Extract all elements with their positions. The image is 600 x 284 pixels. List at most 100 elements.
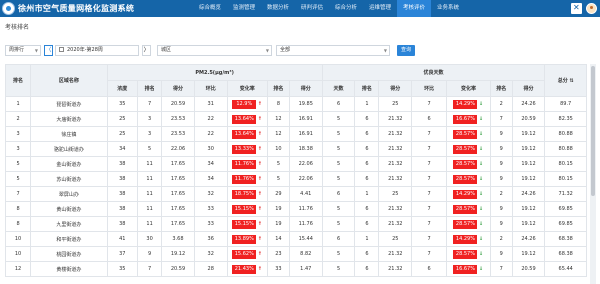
table-cell-conc-score: 22.06 bbox=[161, 141, 195, 157]
table-cell-conc: 41 bbox=[106, 231, 139, 247]
table-cell-days-rate-rank: 9 bbox=[489, 246, 513, 262]
table-cell-days: 5 bbox=[321, 261, 356, 277]
col-header-total[interactable]: 总分 ⇅ bbox=[544, 64, 587, 97]
table-cell-days-rate-score: 19.12 bbox=[511, 141, 546, 157]
table-cell-days-rate-score: 19.12 bbox=[511, 246, 546, 262]
table-cell-rate-rank: 12 bbox=[267, 111, 290, 127]
table-cell-days-mom: 6 bbox=[411, 261, 448, 277]
ranking-table-body: 1 琵琶街道办 35 7 20.59 31 12.9% ↑ 8 19.85 6 1 25 7 14.29% ↓… bbox=[5, 96, 587, 277]
table-row[interactable]: 10 和平街道办 41 30 3.68 36 13.89% ↑ 14 15.44 6 1 25 7 14.2… bbox=[5, 231, 587, 247]
table-cell-days-rate: 28.57% ↓ bbox=[446, 216, 491, 232]
ranking-table: 排名 区域名称 PM2.5(μg/m³) 优良天数 总分 ⇅ 浓度 排名 得分 … bbox=[5, 64, 587, 277]
period-select-value: 周排行 bbox=[9, 47, 25, 53]
nav-item-monitoring[interactable]: 监测管理 bbox=[227, 0, 261, 17]
scope-select-value: 全部 bbox=[280, 47, 291, 53]
table-cell-total: 68.38 bbox=[544, 231, 587, 247]
table-cell-rate-rank: 5 bbox=[267, 171, 290, 187]
filter-toolbar: 周排行 ▼ 〈 2020年-第28周 〉 城区 ▼ 全部 ▼ 查询 bbox=[0, 45, 600, 57]
table-row[interactable]: 1 琵琶街道办 35 7 20.59 31 12.9% ↑ 8 19.85 6 1 25 7 14.29% ↓… bbox=[5, 96, 587, 112]
table-cell-days-rank: 6 bbox=[354, 171, 380, 187]
arrow-up-icon: ↑ bbox=[257, 265, 262, 272]
next-week-button[interactable]: 〉 bbox=[142, 45, 151, 56]
table-row[interactable]: 10 桃园街道办 37 9 19.12 32 15.62% ↑ 23 8.82 5 6 21.32 7 28… bbox=[5, 246, 587, 262]
table-cell-rate-rank: 10 bbox=[267, 141, 290, 157]
change-rate-badge: 18.75% bbox=[232, 189, 257, 199]
arrow-up-icon: ↑ bbox=[257, 100, 262, 107]
nav-item-data-analysis[interactable]: 数据分析 bbox=[261, 0, 295, 17]
table-cell-region: 琵琶街道办 bbox=[30, 96, 108, 112]
table-cell-rate-score: 4.41 bbox=[288, 186, 323, 202]
change-rate-badge: 28.57% bbox=[453, 129, 478, 139]
date-picker[interactable]: 2020年-第28周 bbox=[55, 45, 139, 56]
close-icon[interactable] bbox=[571, 3, 582, 14]
table-cell-days-mom: 7 bbox=[411, 141, 448, 157]
nav-item-comprehensive[interactable]: 综合分析 bbox=[329, 0, 363, 17]
table-cell-total: 65.44 bbox=[544, 261, 587, 277]
table-cell-rank: 10 bbox=[5, 231, 32, 247]
table-row[interactable]: 3 徐庄镇 25 3 23.53 22 13.64% ↑ 12 16.91 5 6 21.32 7 28.5… bbox=[5, 126, 587, 142]
table-scrollbar[interactable] bbox=[590, 64, 596, 284]
table-row[interactable]: 2 大庙街道办 25 3 23.53 22 13.64% ↑ 12 16.91 5 6 21.32 6 16… bbox=[5, 111, 587, 127]
table-cell-rate: 15.15% ↑ bbox=[226, 201, 269, 217]
area-select-value: 城区 bbox=[161, 47, 172, 53]
table-cell-days-rate: 14.29% ↓ bbox=[446, 231, 491, 247]
scope-select[interactable]: 全部 ▼ bbox=[276, 45, 390, 56]
nav-item-evaluation[interactable]: 考核评价 bbox=[397, 0, 431, 17]
change-rate-badge: 15.62% bbox=[232, 249, 257, 259]
table-cell-days-rank: 6 bbox=[354, 201, 380, 217]
table-cell-days-score: 21.32 bbox=[378, 201, 413, 217]
table-cell-rank: 2 bbox=[5, 111, 32, 127]
user-avatar-icon[interactable] bbox=[586, 3, 597, 14]
table-cell-days-rate-score: 24.26 bbox=[511, 231, 546, 247]
ranking-table-container: 排名 区域名称 PM2.5(μg/m³) 优良天数 总分 ⇅ 浓度 排名 得分 … bbox=[5, 64, 587, 284]
col-header-days-change-rate: 变化率 bbox=[446, 80, 491, 97]
search-button[interactable]: 查询 bbox=[397, 45, 415, 56]
area-select[interactable]: 城区 ▼ bbox=[157, 45, 272, 56]
table-cell-days-rate-score: 19.12 bbox=[511, 156, 546, 172]
table-cell-days: 5 bbox=[321, 216, 356, 232]
nav-item-operations[interactable]: 运维管理 bbox=[363, 0, 397, 17]
col-header-days-rank: 排名 bbox=[354, 80, 380, 97]
table-cell-days: 5 bbox=[321, 171, 356, 187]
table-row[interactable]: 3 骆驼山街道办 34 5 22.06 30 13.33% ↑ 10 18.38 5 6 21.32 7 2… bbox=[5, 141, 587, 157]
date-picker-value: 2020年-第28周 bbox=[67, 47, 103, 53]
arrow-down-icon: ↓ bbox=[478, 235, 484, 242]
table-cell-days-rate: 28.57% ↓ bbox=[446, 246, 491, 262]
table-cell-days-mom: 7 bbox=[411, 201, 448, 217]
table-cell-days-rate-rank: 2 bbox=[489, 96, 513, 112]
table-cell-conc-rank: 7 bbox=[137, 96, 163, 112]
table-row[interactable]: 8 九里街道办 38 11 17.65 33 15.15% ↑ 19 11.76 5 6 21.32 7 2… bbox=[5, 216, 587, 232]
table-cell-rank: 8 bbox=[5, 201, 32, 217]
nav-item-overview[interactable]: 综合概览 bbox=[193, 0, 227, 17]
change-rate-badge: 28.57% bbox=[453, 159, 478, 169]
table-cell-rate: 13.64% ↑ bbox=[226, 111, 269, 127]
prev-week-button[interactable]: 〈 bbox=[44, 45, 53, 56]
table-cell-conc-score: 17.65 bbox=[161, 201, 195, 217]
table-cell-days-score: 21.32 bbox=[378, 246, 413, 262]
arrow-up-icon: ↑ bbox=[257, 250, 262, 257]
table-row[interactable]: 7 翠屏山办 38 11 17.65 32 18.75% ↑ 29 4.41 6 1 25 7 14.29%… bbox=[5, 186, 587, 202]
nav-item-assessment[interactable]: 研判评估 bbox=[295, 0, 329, 17]
col-header-good-days: 优良天数 bbox=[321, 64, 546, 81]
period-select[interactable]: 周排行 ▼ bbox=[5, 45, 41, 56]
scrollbar-thumb[interactable] bbox=[591, 66, 595, 196]
table-cell-days-rate-rank: 2 bbox=[489, 231, 513, 247]
table-cell-days-score: 21.32 bbox=[378, 261, 413, 277]
table-cell-days-rate-rank: 9 bbox=[489, 141, 513, 157]
arrow-down-icon: ↓ bbox=[478, 250, 484, 257]
table-row[interactable]: 5 金山街道办 38 11 17.65 34 11.76% ↑ 5 22.06 5 6 21.32 7 28… bbox=[5, 156, 587, 172]
table-row[interactable]: 5 苏山街道办 38 11 17.65 34 11.76% ↑ 5 22.06 5 6 21.32 7 28… bbox=[5, 171, 587, 187]
table-cell-days-rate-rank: 7 bbox=[489, 111, 513, 127]
table-cell-rate-rank: 19 bbox=[267, 216, 290, 232]
table-cell-rank: 5 bbox=[5, 156, 32, 172]
table-cell-days-mom: 6 bbox=[411, 111, 448, 127]
table-cell-conc: 35 bbox=[106, 96, 139, 112]
nav-item-business[interactable]: 业务系统 bbox=[431, 0, 465, 17]
table-cell-rate-rank: 33 bbox=[267, 261, 290, 277]
table-cell-conc: 38 bbox=[106, 171, 139, 187]
arrow-up-icon: ↑ bbox=[257, 220, 262, 227]
col-header-conc-score: 得分 bbox=[161, 80, 195, 97]
table-row[interactable]: 8 黄山街道办 38 11 17.65 33 15.15% ↑ 19 11.76 5 6 21.32 7 2… bbox=[5, 201, 587, 217]
table-row[interactable]: 12 黄楼街道办 35 7 20.59 28 21.43% ↑ 33 1.47 5 6 21.32 6 16… bbox=[5, 261, 587, 277]
table-cell-days-rank: 1 bbox=[354, 96, 380, 112]
